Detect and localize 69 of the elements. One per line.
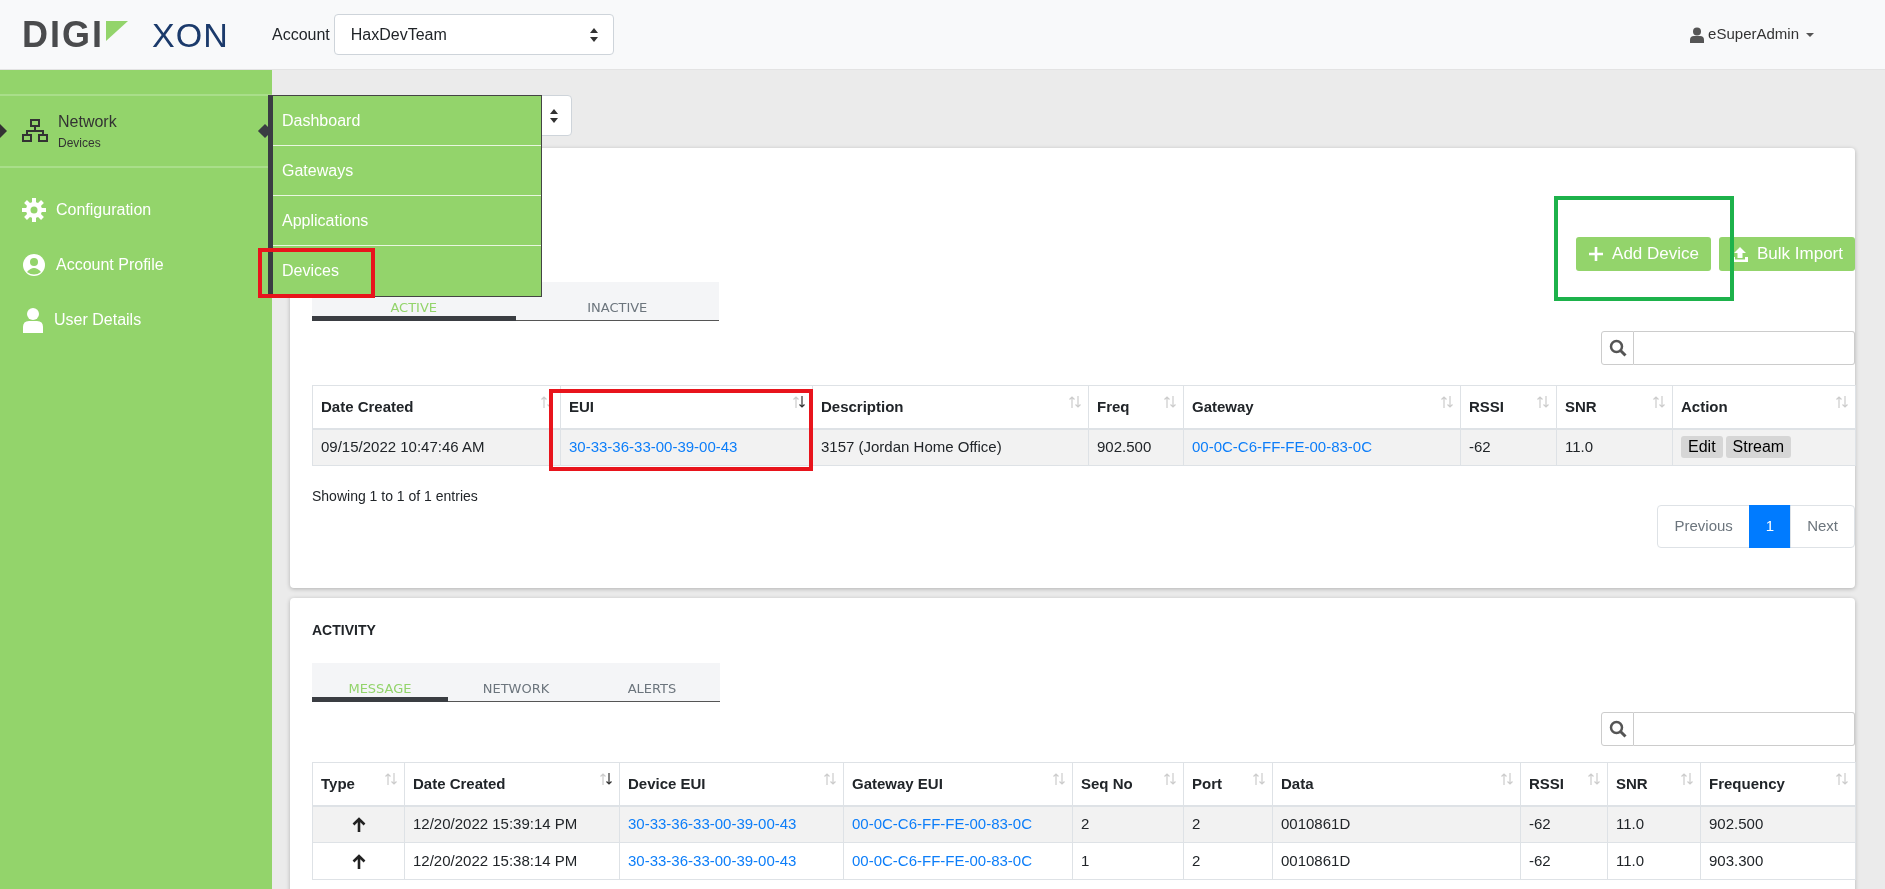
search-icon — [1608, 720, 1627, 738]
entries-info: Showing 1 to 1 of 1 entries — [312, 487, 479, 506]
triangle-icon — [106, 20, 128, 41]
column-header[interactable]: Gateway EUI — [852, 774, 943, 792]
column-header[interactable]: Data — [1281, 774, 1314, 792]
table-cell: 2 — [1192, 851, 1201, 869]
column-header[interactable]: RSSI — [1469, 397, 1504, 415]
column-header[interactable]: Frequency — [1709, 774, 1785, 792]
table-cell: -62 — [1529, 851, 1551, 869]
table-cell: 11.0 — [1616, 851, 1645, 869]
column-header[interactable]: RSSI — [1529, 774, 1564, 792]
page-button[interactable]: Next — [1790, 505, 1855, 548]
search-icon — [1608, 339, 1627, 357]
arrow-up-icon — [351, 853, 366, 870]
table-cell: 2 — [1081, 815, 1090, 832]
table-cell: 11.0 — [1616, 815, 1645, 832]
column-header[interactable]: SNR — [1616, 774, 1648, 792]
network-icon — [22, 119, 48, 143]
column-header[interactable]: Port — [1192, 774, 1222, 792]
table-cell: 12/20/2022 15:38:14 PM — [413, 851, 578, 869]
column-header[interactable]: Type — [321, 774, 355, 792]
account-label: Account — [272, 24, 330, 45]
arrow-up-icon — [351, 817, 366, 834]
table-cell: 2 — [1192, 815, 1201, 832]
table-cell: 903.300 — [1709, 851, 1764, 869]
user-icon — [22, 306, 44, 333]
table-cell: -62 — [1469, 438, 1491, 455]
table-cell: 0010861D — [1281, 815, 1351, 832]
table-cell: 902.500 — [1097, 438, 1152, 455]
column-header[interactable]: Gateway — [1192, 397, 1254, 415]
table-cell: 09/15/2022 10:47:46 AM — [321, 438, 485, 455]
table-cell: 0010861D — [1281, 851, 1351, 869]
column-header[interactable]: Seq No — [1081, 774, 1133, 792]
column-header[interactable]: Description — [821, 397, 904, 415]
upload-icon — [1731, 245, 1749, 263]
product-name: XON — [152, 17, 229, 52]
column-header[interactable]: Action — [1681, 397, 1728, 415]
column-header[interactable]: SNR — [1565, 397, 1597, 415]
table-cell: 3157 (Jordan Home Office) — [821, 438, 1002, 455]
tab[interactable]: ALERTS — [584, 663, 720, 702]
search-field[interactable] — [1634, 712, 1855, 746]
table-cell: 1 — [1081, 851, 1090, 869]
column-header[interactable]: Freq — [1097, 397, 1130, 415]
search-button[interactable] — [1601, 712, 1634, 746]
column-header[interactable]: Date Created — [321, 397, 414, 415]
brand-name: DIGI — [22, 16, 104, 53]
select-arrows-icon — [588, 26, 599, 43]
column-header[interactable]: EUI — [569, 397, 594, 415]
table-cell: -62 — [1529, 815, 1551, 832]
table-cell: 11.0 — [1565, 438, 1594, 455]
stream-button[interactable]: Stream — [1725, 436, 1792, 458]
card-title: ACTIVITY — [312, 621, 377, 640]
edit-button[interactable]: Edit — [1681, 436, 1723, 458]
pointer-icon — [0, 124, 8, 138]
search-field[interactable] — [1634, 331, 1855, 365]
page-button[interactable]: 1 — [1748, 505, 1792, 548]
table-cell: 902.500 — [1709, 815, 1764, 832]
column-header[interactable]: Date Created — [413, 774, 506, 792]
page-button[interactable]: Previous — [1657, 505, 1750, 548]
user-menu[interactable]: eSuperAdmin — [1684, 22, 1823, 47]
account-select[interactable]: HaxDevTeam — [333, 14, 614, 55]
user-circle-icon — [22, 252, 46, 277]
plus-icon — [1588, 245, 1605, 263]
search-button[interactable] — [1601, 331, 1634, 365]
column-header[interactable]: Device EUI — [628, 774, 706, 792]
user-icon — [1690, 26, 1705, 43]
select-arrows-icon — [549, 107, 559, 124]
tab[interactable]: NETWORK — [448, 663, 584, 702]
table-cell: 12/20/2022 15:39:14 PM — [413, 815, 578, 832]
